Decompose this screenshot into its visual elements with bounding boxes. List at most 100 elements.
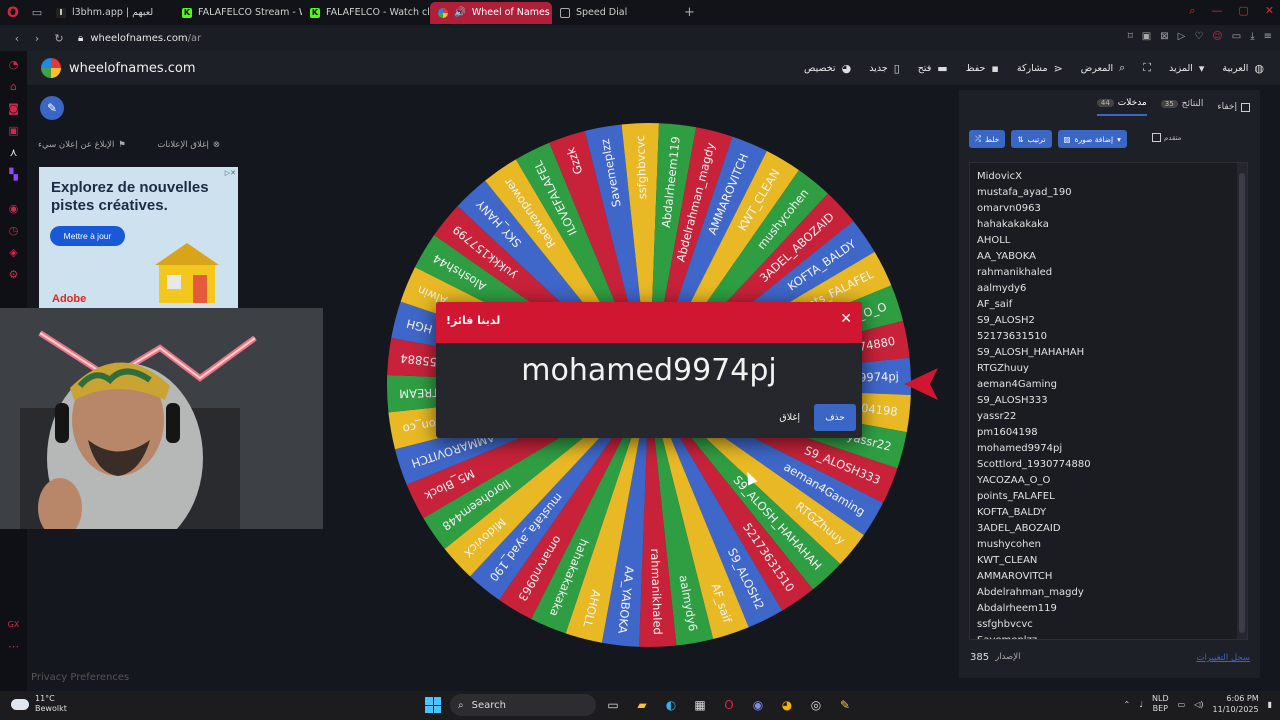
entry-line[interactable]: points_FALAFEL (977, 489, 1247, 505)
entry-line[interactable]: AMMAROVITCH (977, 569, 1247, 585)
tab-menu-icon[interactable]: ▭ (26, 0, 48, 25)
ad-info-icon[interactable]: ▷✕ (225, 169, 236, 177)
browser-tab[interactable]: Speed Dial (552, 2, 680, 24)
site-logo-icon[interactable] (41, 58, 61, 78)
entries-scrollbar[interactable] (1237, 163, 1247, 639)
history-icon[interactable]: ◷ (0, 219, 27, 241)
advertisement[interactable]: Explorez de nouvelles pistes créatives. … (39, 167, 238, 309)
browser-tab-active[interactable]: 🔊 Wheel of Names | عجلة (430, 1, 552, 24)
menu-customize[interactable]: ◕ تخصيص (804, 62, 851, 75)
chrome-icon[interactable]: ◕ (778, 695, 796, 715)
menu-save[interactable]: ▪ حفظ (966, 62, 999, 75)
search-tabs-icon[interactable]: ⌕ (1189, 4, 1195, 18)
task-view-icon[interactable]: ▭ (604, 695, 622, 715)
store-icon[interactable]: ▦ (691, 695, 709, 715)
entry-line[interactable]: Abdelrahman_magdy (977, 585, 1247, 601)
url-field[interactable]: 🔒︎ wheelofnames.com/ar (78, 33, 201, 44)
opera-gx-icon[interactable]: O (720, 695, 738, 715)
clock[interactable]: 6:06 PM 11/10/2025 (1212, 693, 1258, 715)
menu-open[interactable]: ▬ فتح (918, 62, 948, 75)
entry-line[interactable]: pm1604198 (977, 425, 1247, 441)
discord-icon[interactable]: ◉ (749, 695, 767, 715)
chevron-up-icon[interactable]: ⌃ (1124, 700, 1131, 709)
close-ads-link[interactable]: إغلاق الإعلانات ⊗ (157, 140, 220, 150)
instagram-icon[interactable]: ▣ (0, 119, 27, 141)
menu-fullscreen[interactable]: ⛶ (1143, 61, 1151, 75)
pinboard-icon[interactable]: ◈ (0, 241, 27, 263)
minimize-icon[interactable]: — (1211, 4, 1222, 18)
new-tab-icon[interactable]: + (684, 5, 695, 20)
notification-icon[interactable]: ▮ (1268, 700, 1272, 709)
close-icon[interactable]: ✕ (840, 311, 852, 327)
entry-line[interactable]: aalmydy6 (977, 281, 1247, 297)
twitch-icon[interactable]: ▚ (0, 163, 27, 185)
user-icon[interactable]: ☺ (1212, 31, 1222, 42)
volume-icon[interactable]: ◁) (1194, 700, 1203, 709)
browser-tab[interactable]: l l3bhm.app | لعبهم (48, 2, 168, 24)
entry-line[interactable]: AA_YABOKA (977, 249, 1247, 265)
adblock-icon[interactable]: ⊠ (1160, 31, 1168, 42)
entry-line[interactable]: KWT_CLEAN (977, 553, 1247, 569)
maximize-icon[interactable]: ▢ (1238, 4, 1248, 18)
entry-line[interactable]: aeman4Gaming (977, 377, 1247, 393)
menu-more[interactable]: ▾ المزيد (1169, 62, 1204, 75)
reload-icon[interactable]: ↻ (50, 32, 68, 45)
forward-icon[interactable]: › (28, 32, 46, 45)
entry-line[interactable]: S9_ALOSH_HAHAHAH (977, 345, 1247, 361)
entry-line[interactable]: Abdalrheem119 (977, 601, 1247, 617)
hide-toggle[interactable]: إخفاء (1217, 102, 1250, 112)
close-window-icon[interactable]: ✕ (1265, 4, 1274, 18)
entry-line[interactable]: MidovicX (977, 169, 1247, 185)
gx-icon[interactable]: GX (0, 613, 27, 635)
remove-button[interactable]: حذف (814, 404, 856, 431)
menu-icon[interactable]: ≡ (1264, 31, 1272, 42)
entry-line[interactable]: omarvn0963 (977, 201, 1247, 217)
edge-icon[interactable]: ◐ (662, 695, 680, 715)
download-icon[interactable]: ⤓ (1250, 31, 1254, 42)
entry-line[interactable]: mushycohen (977, 537, 1247, 553)
checkbox-icon[interactable] (1152, 133, 1161, 142)
checkbox-icon[interactable] (1241, 102, 1250, 112)
entry-line[interactable]: 52173631510 (977, 329, 1247, 345)
opera-logo-icon[interactable]: O (0, 0, 26, 25)
entry-line[interactable]: S9_ALOSH333 (977, 393, 1247, 409)
entry-line[interactable]: mohamed9974pj (977, 441, 1247, 457)
add-image-button[interactable]: ▨ إضافة صورة ▾ (1057, 130, 1127, 148)
entry-line[interactable]: hahakakakaka (977, 217, 1247, 233)
entry-line[interactable]: YACOZAA_O_O (977, 473, 1247, 489)
microphone-icon[interactable]: ♩ (1139, 700, 1143, 709)
start-windows-icon[interactable] (425, 697, 441, 713)
entry-line[interactable]: S9_ALOSH2 (977, 313, 1247, 329)
report-ad-link[interactable]: الإبلاغ عن إعلان سيء ⚑ (38, 140, 126, 150)
edit-pencil-button[interactable]: ✎ (40, 96, 64, 120)
language-indicator[interactable]: NLD BEP (1152, 694, 1169, 714)
entry-line[interactable]: AF_saif (977, 297, 1247, 313)
changelog-link[interactable]: سجل التغييرات (1196, 653, 1250, 663)
network-icon[interactable]: ▭ (1178, 700, 1186, 709)
menu-gallery[interactable]: ⌕ المعرض (1081, 61, 1126, 75)
close-button[interactable]: إغلاق (779, 412, 800, 423)
obs-icon[interactable]: ◎ (807, 695, 825, 715)
scrollbar-thumb[interactable] (1239, 173, 1245, 633)
advanced-toggle[interactable]: متقدم (1152, 133, 1181, 142)
settings-icon[interactable]: ⚙ (0, 263, 27, 285)
entry-line[interactable]: Scottlord_1930774880 (977, 457, 1247, 473)
messenger-icon[interactable]: ◙ (0, 97, 27, 119)
more-icon[interactable]: ⋯ (0, 635, 27, 657)
ad-update-button[interactable]: Mettre à jour (50, 226, 125, 246)
privacy-preferences-link[interactable]: Privacy Preferences (31, 672, 129, 683)
menu-share[interactable]: ⋖ مشاركة (1017, 62, 1063, 75)
back-icon[interactable]: ‹ (8, 32, 26, 45)
entry-line[interactable]: ssfghbvcvc (977, 617, 1247, 633)
screenshot-icon[interactable]: ▣ (1142, 31, 1151, 42)
entry-line[interactable]: AHOLL (977, 233, 1247, 249)
notes-app-icon[interactable]: ✎ (836, 695, 854, 715)
shopping-icon[interactable]: ⌂ (0, 75, 27, 97)
bookmark-icon[interactable]: ⌑ (1128, 31, 1133, 42)
flow-icon[interactable]: ⋏ (0, 141, 27, 163)
menu-language[interactable]: ◍ العربية (1222, 62, 1264, 75)
aria-icon[interactable]: ◔ (0, 53, 27, 75)
player-icon[interactable]: ◉ (0, 197, 27, 219)
tab-results[interactable]: النتائج 35 (1160, 99, 1203, 115)
play-icon[interactable]: ▷ (1178, 31, 1186, 42)
